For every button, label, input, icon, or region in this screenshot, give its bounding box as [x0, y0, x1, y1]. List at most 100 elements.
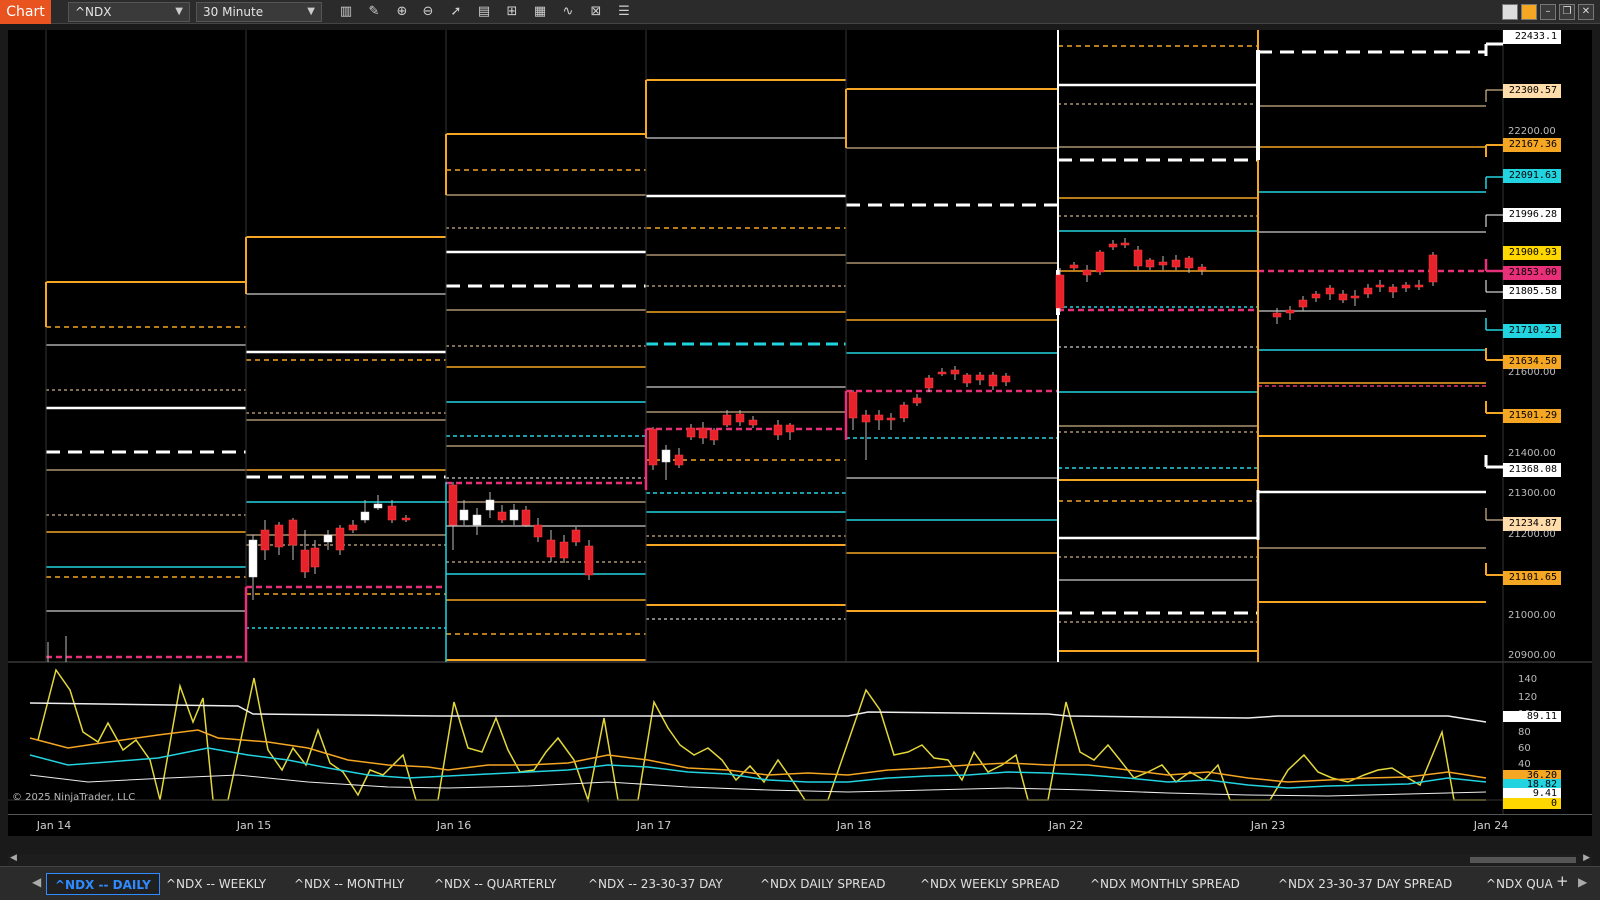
candlestick — [735, 413, 745, 423]
indicator-series-cyan — [29, 747, 1487, 789]
candlestick — [1298, 299, 1308, 308]
chart-tab[interactable]: ^NDX MONTHLY SPREAD — [1082, 873, 1248, 895]
candlestick — [1401, 284, 1411, 289]
strategy-icon[interactable]: ⊠ — [586, 3, 606, 21]
chart-tab[interactable]: ^NDX DAILY SPREAD — [752, 873, 894, 895]
add-tab-button[interactable]: + — [1556, 872, 1569, 890]
restore-icon[interactable]: ❐ — [1559, 4, 1575, 20]
candlestick — [924, 377, 934, 389]
close-icon[interactable]: ✕ — [1578, 4, 1594, 20]
candlestick — [1001, 375, 1011, 383]
candlestick — [1108, 243, 1118, 248]
candlestick — [497, 511, 507, 521]
attach-icon[interactable] — [1502, 4, 1518, 20]
link-color-icon[interactable] — [1521, 4, 1537, 20]
price-tag: 21805.58 — [1503, 285, 1561, 300]
time-axis-label: Jan 16 — [436, 819, 472, 832]
properties-icon[interactable]: ▤ — [474, 3, 494, 21]
indicator-tick-label: 60 — [1518, 743, 1531, 754]
candlestick — [975, 374, 985, 381]
candlestick — [571, 529, 581, 543]
zoom-in-icon[interactable]: ⊕ — [392, 3, 412, 21]
price-tick-label: 21300.00 — [1508, 488, 1556, 499]
chart-tab[interactable]: ^NDX -- DAILY — [46, 873, 160, 895]
candlestick — [300, 549, 310, 573]
indicator-value-tag: 89.11 — [1503, 711, 1561, 722]
candlestick — [950, 369, 960, 375]
price-tag: 22167.36 — [1503, 137, 1561, 152]
chart-scrollbar[interactable]: ◀ ▶ — [8, 853, 1592, 866]
candlestick — [648, 428, 658, 466]
scroll-right-icon[interactable]: ▶ — [1583, 853, 1590, 863]
time-axis-label: Jan 23 — [1250, 819, 1286, 832]
tabs-prev-icon[interactable]: ◀ — [32, 875, 41, 889]
cursor-icon[interactable]: ➚ — [446, 3, 466, 21]
candlestick — [1414, 284, 1424, 288]
indicator-icon[interactable]: ∿ — [558, 3, 578, 21]
scroll-left-icon[interactable]: ◀ — [10, 853, 17, 863]
price-tag: 21853.00 — [1503, 265, 1561, 280]
instrument-selector[interactable]: ^NDX ▼ — [68, 2, 190, 22]
price-tag: 21101.65 — [1503, 571, 1561, 586]
scroll-thumb[interactable] — [1470, 857, 1576, 863]
chevron-down-icon: ▼ — [175, 6, 183, 17]
instrument-value: ^NDX — [75, 5, 112, 19]
candlestick — [1120, 242, 1130, 246]
title-bar: Chart ^NDX ▼ 30 Minute ▼ ▥ ✎ ⊕ ⊖ ➚ ▤ ⊞ ▦… — [0, 0, 1600, 24]
candlestick — [686, 427, 696, 438]
chart-tab[interactable]: ^NDX -- QUARTERLY — [426, 873, 564, 895]
zoom-out-icon[interactable]: ⊖ — [418, 3, 438, 21]
interval-selector[interactable]: 30 Minute ▼ — [196, 2, 322, 22]
candlestick — [533, 524, 543, 538]
candlestick — [861, 414, 871, 423]
chart-tab[interactable]: ^NDX 23-30-37 DAY SPREAD — [1270, 873, 1460, 895]
indicator-tick-label: 120 — [1518, 692, 1538, 703]
candlestick — [248, 539, 258, 578]
candlestick — [373, 503, 383, 509]
list-icon[interactable]: ☰ — [614, 3, 634, 21]
price-tick-label: 21400.00 — [1508, 448, 1556, 459]
chart-tab[interactable]: ^NDX -- MONTHLY — [286, 873, 412, 895]
candlestick — [348, 524, 358, 531]
candlestick — [448, 484, 458, 526]
data-box-icon[interactable]: ▦ — [530, 3, 550, 21]
chart-badge[interactable]: Chart — [0, 0, 51, 24]
chart-tab[interactable]: ^NDX QUA — [1478, 873, 1561, 895]
candlestick — [1145, 259, 1155, 268]
candlestick — [886, 417, 896, 421]
candlestick — [962, 374, 972, 384]
chart-panel[interactable]: 22433.1 22300.57 22167.36 22091.63 21996.28 2… — [8, 29, 1592, 820]
candlestick — [1428, 254, 1438, 283]
price-tick-label: 21200.00 — [1508, 529, 1556, 540]
chart-tab[interactable]: ^NDX -- 23-30-37 DAY — [580, 873, 731, 895]
tabs-next-icon[interactable]: ▶ — [1578, 875, 1587, 889]
candlestick — [323, 534, 333, 543]
bar-chart-icon[interactable]: ▥ — [336, 3, 356, 21]
template-icon[interactable]: ⊞ — [502, 3, 522, 21]
price-tag: 21501.29 — [1503, 408, 1561, 423]
chart-tab[interactable]: ^NDX WEEKLY SPREAD — [912, 873, 1068, 895]
candlestick — [848, 391, 858, 419]
price-tag: 22091.63 — [1503, 168, 1561, 183]
candlestick — [988, 374, 998, 387]
minimize-icon[interactable]: – — [1540, 4, 1556, 20]
candlestick — [1388, 286, 1398, 293]
time-axis-label: Jan 24 — [1473, 819, 1509, 832]
candlestick — [1375, 284, 1385, 288]
candlestick — [912, 397, 922, 404]
price-tag: 21996.28 — [1503, 207, 1561, 222]
candlestick — [260, 529, 270, 551]
candlestick — [698, 427, 708, 439]
candlestick — [509, 509, 519, 521]
candlestick — [559, 541, 569, 559]
price-tick-label: 20900.00 — [1508, 650, 1556, 661]
indicator-value-tag: 0 — [1503, 798, 1561, 809]
chart-canvas[interactable] — [8, 30, 1592, 820]
time-axis-label: Jan 22 — [1048, 819, 1084, 832]
time-axis-label: Jan 18 — [836, 819, 872, 832]
chart-tab[interactable]: ^NDX -- WEEKLY — [158, 873, 274, 895]
candlestick — [459, 509, 469, 521]
chevron-down-icon: ▼ — [307, 6, 315, 17]
candlestick — [1184, 257, 1194, 269]
pencil-icon[interactable]: ✎ — [364, 3, 384, 21]
